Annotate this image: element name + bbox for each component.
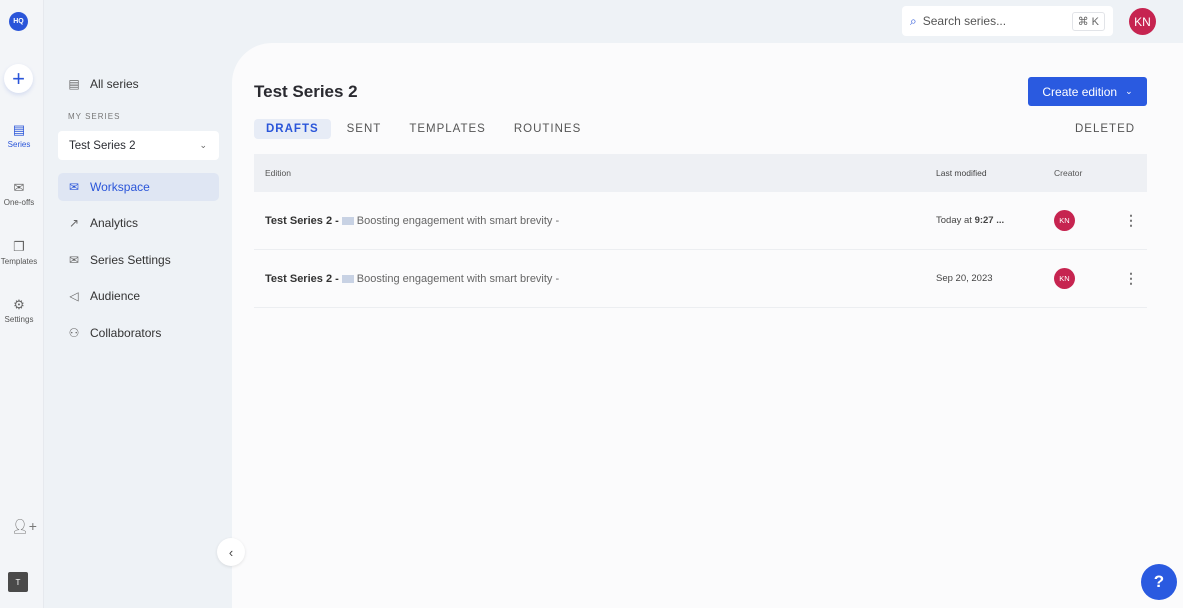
help-chat-button[interactable]: ?	[1141, 564, 1177, 600]
copy-icon: ❐	[13, 239, 25, 254]
column-last-modified[interactable]: Last modified	[936, 168, 987, 178]
series-icon: ▤	[68, 77, 80, 91]
time: 9:27 ...	[974, 215, 1005, 226]
table-row[interactable]: Test Series 2 - Boosting engagement with …	[254, 250, 1147, 308]
search-icon: ⌕	[910, 13, 917, 28]
create-button[interactable]: +	[4, 64, 33, 93]
rail-label: Settings	[4, 315, 34, 324]
add-user-icon[interactable]: 👤︎+	[11, 518, 37, 535]
sidebar-item-all-series[interactable]: ▤ All series	[58, 70, 219, 98]
creator-avatar: KN	[1054, 268, 1075, 289]
label: Workspace	[90, 180, 150, 194]
sidebar-item-workspace[interactable]: ✉ Workspace	[58, 173, 219, 201]
tab-deleted[interactable]: DELETED	[1075, 123, 1135, 135]
envelope-edit-icon: ✉	[68, 180, 80, 194]
series-select[interactable]: Test Series 2 ⌄	[58, 131, 219, 160]
tabs: DRAFTS SENT TEMPLATES ROUTINES	[254, 119, 593, 139]
rail-item-one-offs[interactable]: ✉ One-offs	[0, 180, 38, 207]
tab-routines[interactable]: ROUTINES	[502, 119, 593, 139]
date: Sep 20, 2023	[936, 273, 993, 284]
gear-icon: ⚙	[13, 297, 25, 312]
editions-table: Edition Last modified Creator Test Serie…	[254, 154, 1147, 308]
label: Audience	[90, 289, 141, 303]
chevron-down-icon: ⌄	[1125, 86, 1133, 96]
label: Series Settings	[90, 253, 171, 267]
main-panel: Test Series 2 Create edition ⌄ DRAFTS SEN…	[232, 43, 1183, 608]
creator-avatar: KN	[1054, 210, 1075, 231]
rail-item-templates[interactable]: ❐ Templates	[0, 239, 38, 266]
rail-label: Templates	[0, 257, 38, 266]
users-icon: ⚇	[68, 326, 80, 340]
edition-title[interactable]: Test Series 2 - Boosting engagement with …	[265, 215, 559, 227]
workspace-avatar[interactable]: T	[8, 572, 28, 592]
series-name: Test Series 2 -	[265, 272, 339, 285]
sidebar-item-analytics[interactable]: ↗ Analytics	[58, 209, 219, 237]
sidebar-item-series-settings[interactable]: ✉ Series Settings	[58, 246, 219, 274]
sidebar: ▤ All series MY SERIES Test Series 2 ⌄ ✉ Wo…	[44, 0, 232, 608]
more-options-icon[interactable]: ⋮	[1124, 212, 1138, 229]
search-placeholder: Search series...	[922, 14, 1007, 28]
last-modified: Sep 20, 2023	[936, 273, 993, 284]
rail-label: One-offs	[3, 198, 35, 207]
column-edition[interactable]: Edition	[265, 168, 291, 178]
rail-item-settings[interactable]: ⚙ Settings	[0, 297, 38, 324]
edition-title[interactable]: Test Series 2 - Boosting engagement with …	[265, 273, 559, 285]
more-options-icon[interactable]: ⋮	[1124, 270, 1138, 287]
page-title: Test Series 2	[254, 82, 358, 101]
series-name: Test Series 2 -	[265, 214, 339, 227]
search-input[interactable]: ⌕ Search series... ⌘ K	[902, 6, 1113, 36]
trend-icon: ↗	[68, 216, 80, 230]
tab-drafts[interactable]: DRAFTS	[254, 119, 331, 139]
series-icon: ▤	[12, 122, 26, 137]
tab-templates[interactable]: TEMPLATES	[397, 119, 498, 139]
table-row[interactable]: Test Series 2 - Boosting engagement with …	[254, 192, 1147, 250]
envelope-gear-icon: ✉	[68, 253, 80, 267]
create-edition-button[interactable]: Create edition ⌄	[1028, 77, 1147, 106]
sidebar-item-audience[interactable]: ◁ Audience	[58, 282, 219, 310]
chevron-left-icon: ‹	[228, 544, 234, 560]
tab-sent[interactable]: SENT	[335, 119, 394, 139]
rail-label: Series	[7, 140, 31, 149]
section-label: MY SERIES	[68, 112, 121, 121]
chevron-down-icon: ⌄	[199, 140, 207, 150]
label: Analytics	[90, 216, 139, 230]
label: Create edition	[1042, 84, 1118, 99]
emoji-icon	[341, 216, 354, 225]
edition-name: Boosting engagement with smart brevity -	[356, 214, 560, 227]
emoji-icon	[341, 274, 354, 283]
label: All series	[90, 77, 139, 91]
user-avatar[interactable]: KN	[1129, 8, 1156, 35]
column-creator: Creator	[1054, 168, 1083, 178]
shortcut-badge: ⌘ K	[1071, 11, 1105, 31]
icon-rail: HQ + ▤ Series ✉ One-offs ❐ Templates ⚙ Setti…	[0, 0, 44, 608]
selected-value: Test Series 2	[69, 139, 136, 152]
help-icon: ?	[1153, 572, 1165, 591]
last-modified: Today at 9:27 ...	[936, 215, 1004, 226]
logo[interactable]: HQ	[9, 12, 28, 31]
sidebar-item-collaborators[interactable]: ⚇ Collaborators	[58, 319, 219, 347]
label: Collaborators	[90, 326, 162, 340]
collapse-sidebar-button[interactable]: ‹	[217, 538, 245, 566]
megaphone-icon: ◁	[69, 289, 79, 303]
date: Today at	[936, 215, 975, 226]
table-header: Edition Last modified Creator	[254, 154, 1147, 192]
edition-name: Boosting engagement with smart brevity -	[356, 272, 560, 285]
envelope-icon: ✉	[13, 180, 25, 195]
rail-item-series[interactable]: ▤ Series	[0, 122, 38, 149]
